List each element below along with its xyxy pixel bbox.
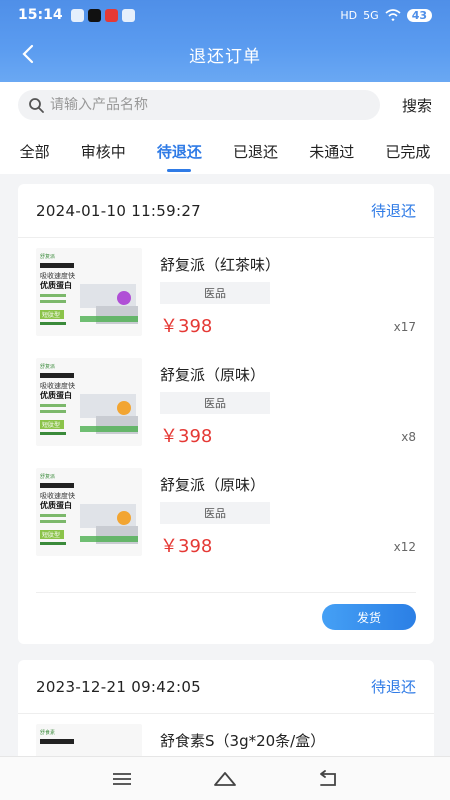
order-item[interactable]: 舒复派 吸收速度快 优质蛋白 短肽型 舒复派（原味） 医品 ￥398 [18,458,434,568]
product-price: ￥398 [160,316,213,337]
product-name: 舒复派（原味） [160,476,266,494]
svg-text:短肽型: 短肽型 [42,531,60,539]
svg-text:优质蛋白: 优质蛋白 [40,500,72,510]
svg-text:吸收速度快: 吸收速度快 [40,491,75,500]
order-list: 2024-01-10 11:59:27 待退还 舒复派 吸收速度快 优质蛋白 短… [0,174,450,756]
product-name: 舒食素S（3g*20条/盒） [160,732,326,750]
tab-returned[interactable]: 已退还 [231,135,280,168]
svg-text:优质蛋白: 优质蛋白 [40,280,72,290]
divider [36,592,416,593]
product-name: 舒复派（红茶味） [160,256,281,274]
svg-text:舒复派: 舒复派 [40,363,55,370]
product-price: ￥398 [160,536,213,557]
product-image: 舒复派 吸收速度快 优质蛋白 短肽型 [36,358,142,446]
chevron-left-icon [22,44,34,64]
order-status: 待退还 [370,202,416,220]
order-header: 2023-12-21 09:42:05 待退还 [18,660,434,714]
tab-rejected[interactable]: 未通过 [307,135,356,168]
search-button[interactable]: 搜索 [402,95,432,116]
status-tabs: 全部 审核中 待退还 已退还 未通过 已完成 [0,128,450,174]
home-icon [214,771,236,786]
wifi-icon [385,9,401,21]
svg-text:短肽型: 短肽型 [42,311,60,319]
notification-icon [104,8,118,22]
product-quantity: x8 [401,430,416,444]
app-header: 15:14 HD 5G 43 退还订单 [0,0,450,82]
product-quantity: x12 [393,540,416,554]
battery-icon: 43 [406,8,432,22]
system-nav-bar [0,756,450,800]
back-nav-button[interactable] [308,764,348,794]
search-row: 搜索 [0,82,450,128]
order-status: 待退还 [370,678,416,696]
menu-icon [112,772,131,785]
hd-label: HD [340,8,358,22]
status-indicators: HD 5G 43 [340,8,432,22]
product-category-tag: 医品 [160,392,270,414]
order-card: 2023-12-21 09:42:05 待退还 舒食素 舒食素S（3g*20条/… [18,660,434,756]
order-header: 2024-01-10 11:59:27 待退还 [18,184,434,238]
svg-text:舒复派: 舒复派 [40,253,55,260]
product-image: 舒复派 吸收速度快 优质蛋白 短肽型 [36,468,142,556]
product-image: 舒食素 [36,724,142,756]
return-icon [320,769,337,786]
order-item[interactable]: 舒食素 舒食素S（3g*20条/盒） [18,714,434,756]
svg-text:吸收速度快: 吸收速度快 [40,271,75,280]
tab-reviewing[interactable]: 审核中 [79,135,128,168]
search-icon [29,98,44,113]
product-price: ￥398 [160,426,213,447]
order-card: 2024-01-10 11:59:27 待退还 舒复派 吸收速度快 优质蛋白 短… [18,184,434,644]
order-item[interactable]: 舒复派 吸收速度快 优质蛋白 短肽型 舒复派（原味） 医品 ￥398 [18,348,434,458]
status-bar: 15:14 HD 5G 43 [0,0,450,30]
signal-label: 5G [363,8,379,22]
product-quantity: x17 [393,320,416,334]
product-name: 舒复派（原味） [160,366,266,384]
tab-all[interactable]: 全部 [18,135,52,168]
home-button[interactable] [205,764,245,794]
notification-icon [87,8,101,22]
product-image: 舒复派 吸收速度快 优质蛋白 短肽型 [36,248,142,336]
ship-button[interactable]: 发货 [322,604,416,630]
nav-bar: 退还订单 [0,34,450,74]
notification-icon [70,8,84,22]
tab-pending-return[interactable]: 待退还 [155,135,204,168]
notification-icon [121,8,135,22]
product-category-tag: 医品 [160,282,270,304]
svg-text:吸收速度快: 吸收速度快 [40,381,75,390]
page-title: 退还订单 [189,46,261,67]
menu-button[interactable] [102,764,142,794]
svg-text:优质蛋白: 优质蛋白 [40,390,72,400]
svg-text:短肽型: 短肽型 [42,421,60,429]
status-time: 15:14 [18,7,63,23]
order-date: 2023-12-21 09:42:05 [36,677,202,696]
back-button[interactable] [12,38,44,70]
search-input[interactable] [50,97,350,113]
tab-completed[interactable]: 已完成 [383,135,432,168]
svg-text:舒复派: 舒复派 [40,473,55,480]
product-category-tag: 医品 [160,502,270,524]
order-item[interactable]: 舒复派 吸收速度快 优质蛋白 短肽型 舒复派（红茶味） 医品 ￥398 x17 [18,238,434,348]
svg-text:舒食素: 舒食素 [40,729,55,736]
order-date: 2024-01-10 11:59:27 [36,201,202,220]
search-box[interactable] [18,90,380,120]
